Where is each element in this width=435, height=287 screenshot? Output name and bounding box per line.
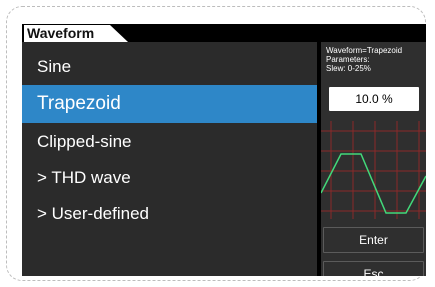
- waveform-list: Sine Trapezoid Clipped-sine > THD wave >…: [22, 42, 317, 276]
- trapezoid-wave-icon: [320, 121, 426, 219]
- list-item-user-defined[interactable]: > User-defined: [22, 195, 317, 233]
- info-waveform-line: Waveform=Trapezoid: [326, 46, 403, 55]
- list-item-clipped-sine[interactable]: Clipped-sine: [22, 123, 317, 161]
- list-item-sine[interactable]: Sine: [22, 48, 317, 86]
- info-parameters-line: Parameters:: [326, 55, 370, 64]
- title-tab-slant: [110, 25, 128, 42]
- enter-button[interactable]: Enter: [323, 227, 424, 253]
- esc-button[interactable]: Esc: [323, 261, 424, 276]
- device-screen: Waveform Sine Trapezoid Clipped-sine > T…: [22, 24, 426, 276]
- waveform-info: Waveform=Trapezoid Parameters: Slew: 0-2…: [326, 46, 402, 73]
- title-bar: Waveform: [22, 24, 426, 42]
- info-slew-line: Slew: 0-25%: [326, 64, 371, 73]
- slew-value-field[interactable]: 10.0 %: [329, 87, 419, 111]
- window-title: Waveform: [24, 25, 110, 42]
- list-item-thd-wave[interactable]: > THD wave: [22, 159, 317, 197]
- parameter-panel: Waveform=Trapezoid Parameters: Slew: 0-2…: [320, 42, 426, 276]
- list-item-trapezoid[interactable]: Trapezoid: [22, 85, 317, 123]
- waveform-preview: [320, 121, 426, 219]
